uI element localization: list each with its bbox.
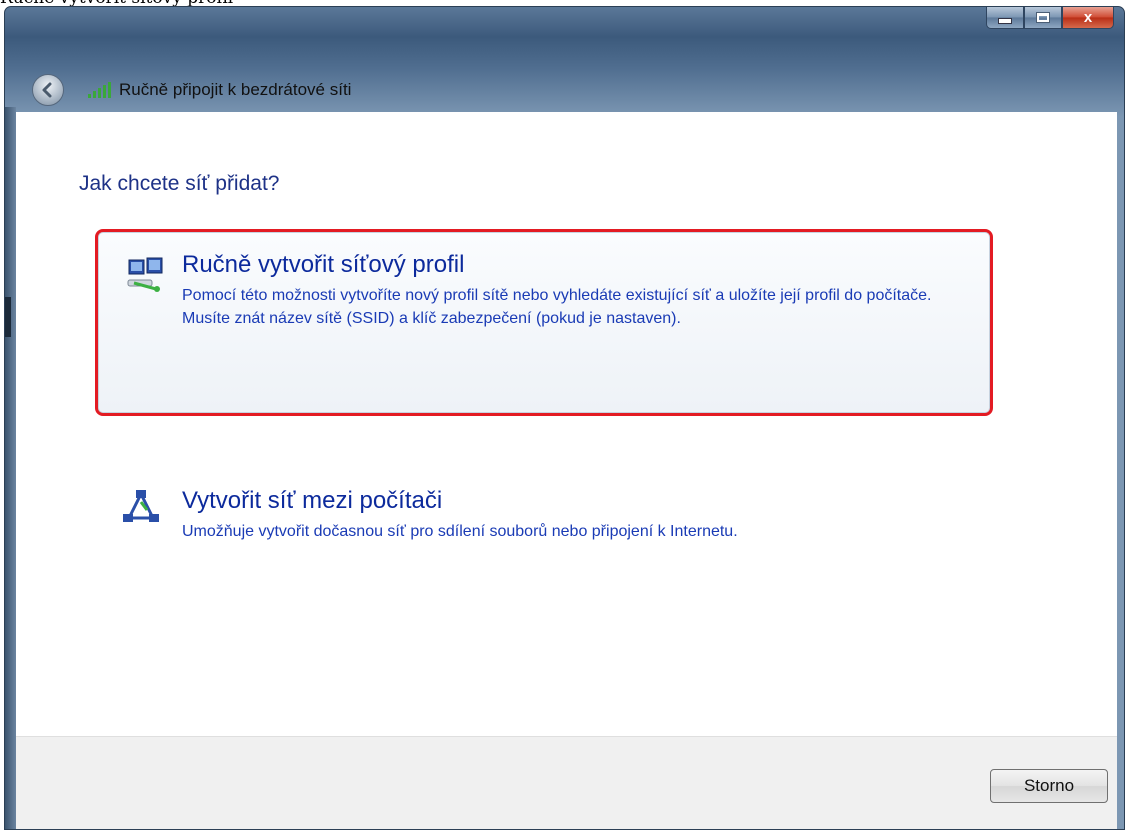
footer-bar: Storno <box>16 736 1117 829</box>
wireless-signal-icon <box>88 82 111 98</box>
back-arrow-icon <box>42 82 52 98</box>
back-button[interactable] <box>32 74 64 106</box>
close-icon: x <box>1083 9 1093 26</box>
option-adhoc-network-title: Vytvořit síť mezi počítači <box>182 487 443 514</box>
window-title: Ručně připojit k bezdrátové síti <box>87 79 351 101</box>
page-heading: Jak chcete síť přidat? <box>79 172 280 195</box>
option-manual-profile[interactable]: Ručně vytvořit síťový profil Pomocí této… <box>95 229 993 416</box>
close-button[interactable]: x <box>1062 7 1114 29</box>
minimize-icon <box>998 17 1012 24</box>
minimize-button[interactable] <box>986 7 1024 29</box>
maximize-button[interactable] <box>1024 7 1062 29</box>
adhoc-network-icon <box>123 490 159 522</box>
wizard-window: x Ručně připojit k bezdrátové síti Jak c… <box>4 6 1125 830</box>
maximize-icon <box>1036 12 1050 23</box>
option-adhoc-network[interactable]: Vytvořit síť mezi počítači Umožňuje vytv… <box>99 484 979 564</box>
cancel-button[interactable]: Storno <box>990 769 1108 803</box>
content-area: Jak chcete síť přidat? Ručně vytvořit sí… <box>16 112 1117 736</box>
network-computers-icon <box>127 257 163 292</box>
option-manual-profile-description: Pomocí této možnosti vytvoříte nový prof… <box>182 287 932 327</box>
option-manual-profile-title: Ručně vytvořit síťový profil <box>182 251 465 278</box>
window-title-text: Ručně připojit k bezdrátové síti <box>119 80 352 99</box>
window-left-frame <box>5 107 16 829</box>
option-adhoc-network-description: Umožňuje vytvořit dočasnou síť pro sdíle… <box>182 523 738 540</box>
caption-buttons: x <box>986 7 1114 29</box>
